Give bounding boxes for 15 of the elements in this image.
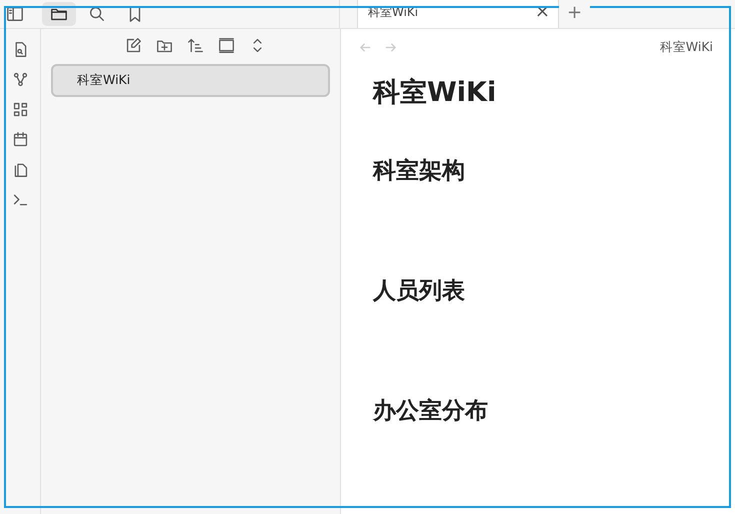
edit-icon[interactable]	[125, 37, 142, 54]
sidebar-tab[interactable]	[42, 2, 76, 26]
heading-2: 办公室分布	[373, 397, 489, 426]
ribbon-calendar-icon[interactable]	[12, 131, 28, 148]
note-title: 科室WiKi	[660, 38, 713, 56]
heading-2: 科室架构	[373, 157, 466, 186]
search-icon	[88, 5, 106, 23]
panel-icon[interactable]	[218, 37, 235, 54]
heading-2: 人员列表	[373, 277, 466, 306]
ribbon-graph-icon[interactable]	[12, 71, 28, 88]
heading-1: 科室WiKi	[373, 77, 498, 110]
sort-icon[interactable]	[187, 37, 204, 54]
file-item[interactable]: 科室WiKi	[51, 64, 330, 97]
sidebar-toggle-icon[interactable]	[6, 5, 24, 23]
ribbon-grid-icon[interactable]	[12, 101, 28, 118]
